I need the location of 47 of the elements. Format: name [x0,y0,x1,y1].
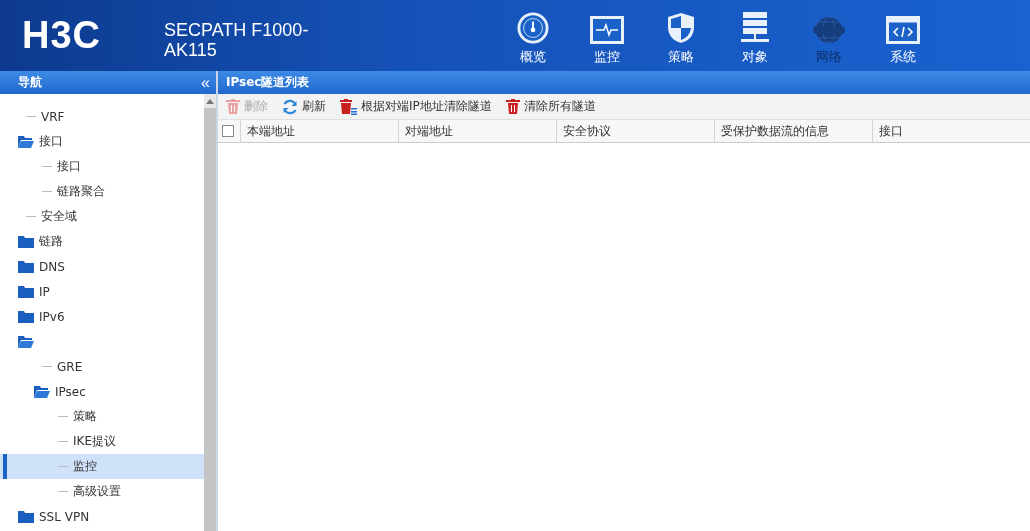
column-header[interactable]: 安全协议 [557,120,715,142]
scroll-up-arrow-icon[interactable] [206,99,214,104]
panel-title: IPsec隧道列表 [226,74,310,91]
nav-tree-row[interactable]: GRE [0,354,204,379]
select-all-checkbox[interactable] [222,125,234,137]
product-name: SECPATH F1000-AK115 [164,19,310,60]
logo: H3C [22,14,103,57]
scrollbar[interactable] [204,94,216,531]
toolbar-button[interactable]: 根据对端IP地址清除隧道 [338,98,494,115]
nav-tree-row[interactable]: IP [0,279,204,304]
nav-tree-row[interactable]: SSL VPN [0,504,204,529]
column-header[interactable]: 接口 [873,120,1030,142]
nav-tree-row[interactable]: IPsec [0,379,204,404]
trash-icon [505,99,520,114]
top-nav-tab[interactable]: 监控 [570,5,644,66]
nav-tree-row[interactable]: 策略 [0,404,204,429]
toolbar-button[interactable]: 清除所有隧道 [503,98,598,115]
internet-globe-icon [812,15,846,44]
nav-tree-row[interactable]: IKE提议 [0,429,204,454]
nav-tree-row[interactable]: IPv6 [0,304,204,329]
column-header[interactable]: 受保护数据流的信息 [715,120,873,142]
nav-tree-row[interactable]: 链路聚合 [0,179,204,204]
code-window-icon [886,15,920,44]
nav-tree-row[interactable]: 接口 [0,129,204,154]
trash-icon [226,99,240,114]
nav-tree-row[interactable]: DNS [0,254,204,279]
monitor-icon [590,15,624,44]
gauge-icon [516,11,550,44]
nav-tree-row[interactable]: 接口 [0,154,204,179]
server-icon [741,11,769,44]
refresh-icon [282,98,298,115]
column-header[interactable]: 对端地址 [399,120,557,142]
column-header[interactable]: 本端地址 [241,120,399,142]
nav-tree-row[interactable]: VRF [0,104,204,129]
nav-tree-row[interactable]: 高级设置 [0,479,204,504]
nav-tree-row[interactable]: 安全域 [0,204,204,229]
top-nav-tab[interactable]: 概览 [496,5,570,66]
trash-list-icon [340,98,357,115]
sidebar-title: 导航 [18,74,42,91]
toolbar-button[interactable]: 刷新 [280,98,328,115]
top-nav-tab[interactable]: 系统 [866,5,940,66]
shield-icon [667,11,695,44]
nav-tree-row[interactable]: 链路 [0,229,204,254]
top-nav-tab[interactable]: 策略 [644,5,718,66]
top-nav-tab[interactable]: 对象 [718,5,792,66]
collapse-button[interactable]: « [201,74,210,91]
nav-tree-row[interactable]: 监控 [0,454,204,479]
